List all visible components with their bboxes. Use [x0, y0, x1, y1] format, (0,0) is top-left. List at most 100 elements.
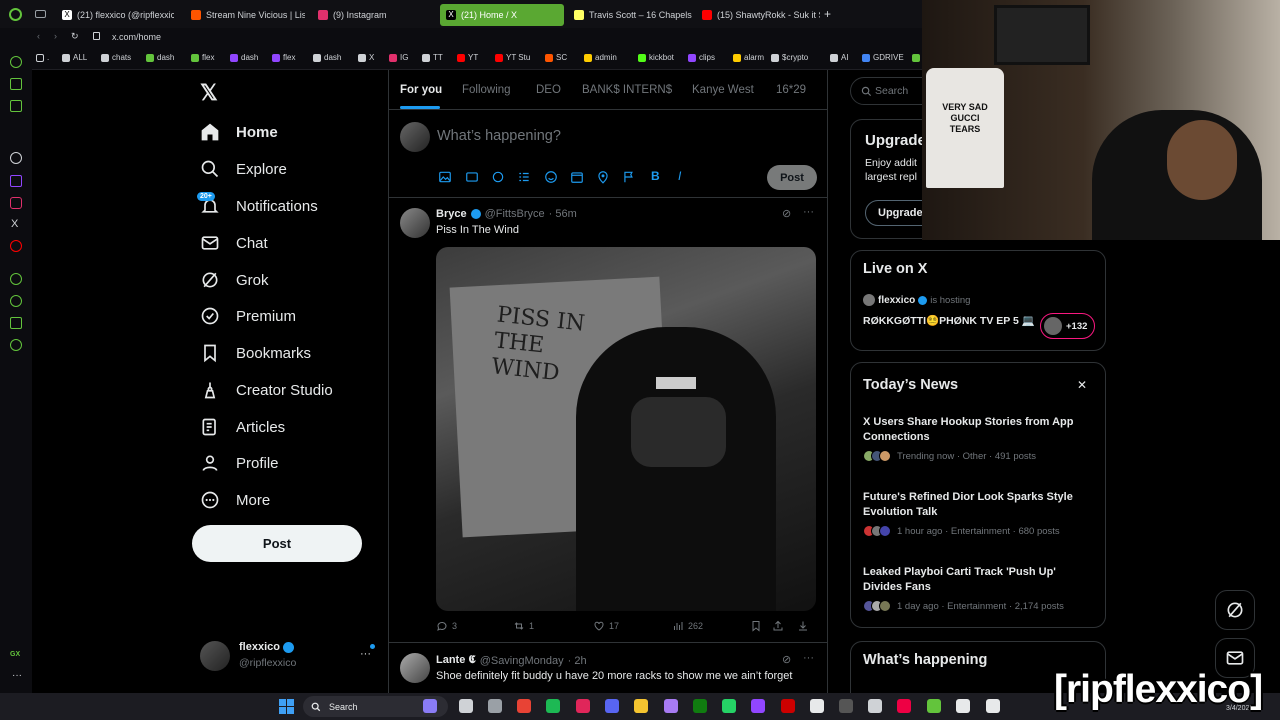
gif-icon[interactable] [465, 170, 479, 184]
bookmark-item[interactable]: clips [688, 53, 715, 62]
audio-icon[interactable] [956, 699, 970, 713]
bookmark-item[interactable]: IG [389, 53, 408, 62]
history-icon[interactable] [10, 295, 22, 307]
grok-post-icon[interactable]: ⊘ [782, 207, 791, 220]
download-icon[interactable] [797, 620, 809, 632]
emoji-icon[interactable] [544, 170, 558, 184]
app-icon[interactable] [927, 699, 941, 713]
bookmark-item[interactable]: ALL [62, 53, 87, 62]
close-icon[interactable]: ✕ [1077, 378, 1087, 392]
bookmark-item[interactable]: X [358, 53, 374, 62]
tab-twitter-profile[interactable]: X (21) flexxico (@ripflexxico [56, 4, 174, 26]
bookmark-item[interactable]: flex [191, 53, 214, 62]
post-time[interactable]: · 56m [549, 208, 577, 220]
post[interactable]: Lante 𝕮 @SavingMonday · 2h ⊘ ··· Shoe de… [389, 644, 827, 693]
bookmark-item[interactable]: dash [313, 53, 341, 62]
file-explorer-icon[interactable] [634, 699, 648, 713]
nav-articles[interactable]: Articles [200, 417, 285, 437]
schedule-icon[interactable] [570, 170, 584, 184]
tab-for-you[interactable]: For you [400, 84, 442, 96]
capcut-icon[interactable] [810, 699, 824, 713]
tab-16-29[interactable]: 16*29 [776, 84, 806, 96]
grok-compose-icon[interactable] [491, 170, 505, 184]
compose-post-button[interactable]: Post [767, 165, 817, 190]
twitch-icon[interactable] [10, 175, 22, 187]
bookmark-item[interactable]: $crypto [771, 53, 808, 62]
reply-button[interactable]: 3 [436, 620, 457, 632]
bookmark-item[interactable]: GDRIVE [862, 53, 904, 62]
nav-creator-studio[interactable]: Creator Studio [200, 380, 333, 400]
windows-start-icon[interactable] [279, 699, 294, 714]
app-icon[interactable] [839, 699, 853, 713]
capcut-icon[interactable] [986, 699, 1000, 713]
post-button[interactable]: Post [192, 525, 362, 562]
more-sidebar-icon[interactable]: ··· [12, 670, 22, 681]
chatgpt-icon[interactable] [868, 699, 882, 713]
post-handle[interactable]: @SavingMonday [480, 655, 564, 667]
bookmark-item[interactable]: admin [584, 53, 617, 62]
tab-kanye-west[interactable]: Kanye West [692, 84, 754, 96]
task-view-icon[interactable] [459, 699, 473, 713]
settings-icon[interactable] [488, 699, 502, 713]
x-logo[interactable]: 𝕏 [200, 80, 218, 106]
tab-deo[interactable]: DEO [536, 84, 561, 96]
youtube-music-icon[interactable] [10, 240, 22, 252]
spotify-icon[interactable] [546, 699, 560, 713]
chatgpt-icon[interactable] [10, 152, 22, 164]
bookmark-item[interactable]: AI [830, 53, 849, 62]
tab-youtube[interactable]: (15) ShawtyRokk - Suk it S [696, 4, 820, 26]
back-icon[interactable]: ‹ [37, 31, 40, 41]
post-more-icon[interactable]: ··· [803, 652, 814, 664]
tab-x-home[interactable]: X (21) Home / X [440, 4, 564, 26]
tab-instagram[interactable]: (9) Instagram [312, 4, 432, 26]
whatsapp-icon[interactable] [722, 699, 736, 713]
bookmark-item[interactable]: YT [457, 53, 478, 62]
bookmark-folder[interactable]: . [36, 53, 49, 62]
forward-icon[interactable]: › [54, 31, 57, 41]
nav-bookmarks[interactable]: Bookmarks [200, 343, 311, 363]
views-button[interactable]: 262 [672, 620, 703, 632]
compose-input[interactable]: What’s happening? [437, 128, 561, 144]
post-avatar[interactable] [400, 208, 430, 238]
gx-corner-icon[interactable] [10, 100, 22, 112]
settings-icon[interactable] [10, 339, 22, 351]
player-icon[interactable] [10, 273, 22, 285]
grok-post-icon[interactable]: ⊘ [782, 653, 791, 666]
bookmark-post-icon[interactable] [750, 620, 762, 632]
gx-messenger-icon[interactable] [10, 56, 22, 68]
post-author[interactable]: Bryce [436, 208, 467, 220]
nav-profile[interactable]: Profile [200, 453, 279, 473]
tab-following[interactable]: Following [462, 84, 511, 96]
nav-home[interactable]: Home [200, 122, 278, 142]
bold-icon[interactable]: B [651, 169, 660, 183]
account-more-icon[interactable]: ··· [360, 648, 371, 660]
post-time[interactable]: · 2h [568, 655, 587, 667]
like-button[interactable]: 17 [593, 620, 619, 632]
live-listeners[interactable]: +132 [1040, 313, 1095, 339]
account-switcher[interactable]: flexxico @ripflexxico ··· [200, 640, 376, 674]
tab-genius[interactable]: Travis Scott – 16 Chapels [568, 4, 692, 26]
grok-float-button[interactable] [1215, 590, 1255, 630]
bookmark-item[interactable]: chats [101, 53, 131, 62]
news-item[interactable]: Future's Refined Dior Look Sparks Style … [863, 490, 1093, 537]
extensions-icon[interactable] [10, 317, 22, 329]
post-author[interactable]: Lante 𝕮 [436, 654, 476, 667]
chrome-icon[interactable] [517, 699, 531, 713]
news-item[interactable]: X Users Share Hookup Stories from App Co… [863, 415, 1093, 462]
post[interactable]: Bryce @FittsBryce · 56m ⊘ ··· Piss In Th… [389, 198, 827, 643]
location-icon[interactable] [596, 170, 610, 184]
record-icon[interactable] [781, 699, 795, 713]
nav-chat[interactable]: Chat [200, 233, 268, 253]
tab-bank-interns[interactable]: BANK$ INTERN$ [582, 84, 672, 96]
nav-explore[interactable]: Explore [200, 159, 287, 179]
flag-icon[interactable] [622, 170, 636, 184]
url-field[interactable]: x.com/home [112, 32, 161, 42]
post-more-icon[interactable]: ··· [803, 206, 814, 218]
new-tab-button[interactable]: + [824, 7, 831, 21]
discord-icon[interactable] [605, 699, 619, 713]
nav-notifications[interactable]: Notifications 20+ [197, 192, 318, 216]
opera-gx-icon[interactable] [576, 699, 590, 713]
opera-gx-logo[interactable] [9, 8, 22, 21]
italic-icon[interactable]: I [678, 169, 681, 183]
bookmark-item[interactable]: TT [422, 53, 443, 62]
